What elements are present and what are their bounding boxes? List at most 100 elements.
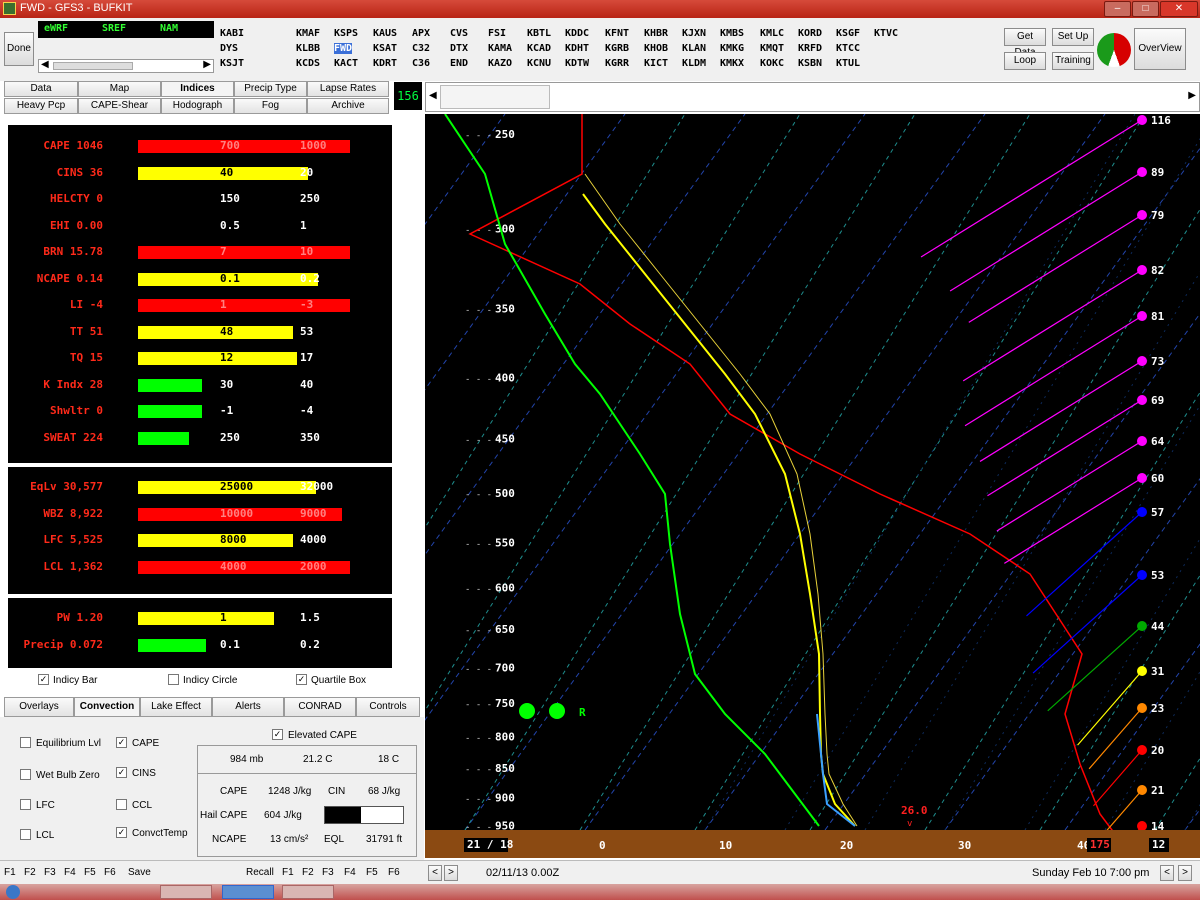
station-kcds[interactable]: KCDS [296,58,320,69]
station-end[interactable]: END [450,58,468,69]
fkey-f2[interactable]: F2 [302,867,314,878]
tab-fog[interactable]: Fog [234,98,307,114]
tab-data[interactable]: Data [4,81,78,97]
tab-heavy-pcp[interactable]: Heavy Pcp [4,98,78,114]
station-dtx[interactable]: DTX [450,43,468,54]
station-krfd[interactable]: KRFD [798,43,822,54]
station-kdht[interactable]: KDHT [565,43,589,54]
station-c36[interactable]: C36 [412,58,430,69]
station-kdtw[interactable]: KDTW [565,58,589,69]
tab-conrad[interactable]: CONRAD [284,697,356,717]
checkbox-elevated-cape[interactable]: ✓ [272,729,283,740]
tab-hodograph[interactable]: Hodograph [161,98,234,114]
station-c32[interactable]: C32 [412,43,430,54]
slider-right-icon[interactable]: ▶ [1188,90,1196,101]
fkey-f1[interactable]: F1 [282,867,294,878]
station-kgrb[interactable]: KGRB [605,43,629,54]
station-dys[interactable]: DYS [220,43,238,54]
checkbox-cins[interactable]: ✓ [116,767,127,778]
done-button[interactable]: Done [4,32,34,66]
scroll-thumb[interactable] [53,62,133,70]
overview-button[interactable]: OverView [1134,28,1186,70]
station-ksat[interactable]: KSAT [373,43,397,54]
station-ksjt[interactable]: KSJT [220,58,244,69]
station-kokc[interactable]: KOKC [760,58,784,69]
fkey-f3[interactable]: F3 [44,867,56,878]
station-kact[interactable]: KACT [334,58,358,69]
fkey-f5[interactable]: F5 [366,867,378,878]
slider-thumb[interactable] [440,85,550,109]
time-slider[interactable]: ◀ ▶ [425,82,1200,112]
station-kord[interactable]: KORD [798,28,822,39]
minimize-icon[interactable]: – [1104,1,1131,17]
station-kmlc[interactable]: KMLC [760,28,784,39]
status-next-button[interactable]: > [1178,865,1192,881]
station-kict[interactable]: KICT [644,58,668,69]
checkbox-lfc[interactable] [20,799,31,810]
checkbox-convcttemp[interactable]: ✓ [116,827,127,838]
station-kaus[interactable]: KAUS [373,28,397,39]
checkbox-wet-bulb-zero[interactable] [20,769,31,780]
station-apx[interactable]: APX [412,28,430,39]
taskbar-app[interactable] [222,885,274,899]
station-klan[interactable]: KLAN [682,43,706,54]
station-kama[interactable]: KAMA [488,43,512,54]
fkey-f5[interactable]: F5 [84,867,96,878]
taskbar-app[interactable] [160,885,212,899]
station-klbb[interactable]: KLBB [296,43,320,54]
station-kcnu[interactable]: KCNU [527,58,551,69]
setup-button[interactable]: Set Up [1052,28,1094,46]
station-kmbs[interactable]: KMBS [720,28,744,39]
station-kjxn[interactable]: KJXN [682,28,706,39]
tab-overlays[interactable]: Overlays [4,697,74,717]
station-kldm[interactable]: KLDM [682,58,706,69]
fkey-f3[interactable]: F3 [322,867,334,878]
fkey-f1[interactable]: F1 [4,867,16,878]
station-ktul[interactable]: KTUL [836,58,860,69]
station-kabi[interactable]: KABI [220,28,244,39]
tab-lapse-rates[interactable]: Lapse Rates [307,81,389,97]
checkbox-quartile-box[interactable]: ✓ [296,674,307,685]
status-prev-button[interactable]: < [1160,865,1174,881]
fkey-f4[interactable]: F4 [64,867,76,878]
scroll-left-icon[interactable]: ◀ [41,59,49,70]
station-kdrt[interactable]: KDRT [373,58,397,69]
station-ktcc[interactable]: KTCC [836,43,860,54]
taskbar-app[interactable] [282,885,334,899]
station-kmqt[interactable]: KMQT [760,43,784,54]
prev-time-button[interactable]: < [428,865,442,881]
tab-alerts[interactable]: Alerts [212,697,284,717]
slider-left-icon[interactable]: ◀ [429,90,437,101]
tab-map[interactable]: Map [78,81,161,97]
station-kmkg[interactable]: KMKG [720,43,744,54]
station-ksgf[interactable]: KSGF [836,28,860,39]
station-fwd[interactable]: FWD [334,43,353,54]
tab-cape-shear[interactable]: CAPE-Shear [78,98,161,114]
model-ewrf[interactable]: eWRF [44,23,68,34]
training-button[interactable]: Training [1052,52,1094,70]
tab-archive[interactable]: Archive [307,98,389,114]
model-sref[interactable]: SREF [102,23,126,34]
close-icon[interactable]: ✕ [1160,1,1198,17]
station-kfnt[interactable]: KFNT [605,28,629,39]
station-kazo[interactable]: KAZO [488,58,512,69]
checkbox-cape[interactable]: ✓ [116,737,127,748]
fkey-recall[interactable]: Recall [246,867,274,878]
tab-indices[interactable]: Indices [161,81,234,97]
fkey-f2[interactable]: F2 [24,867,36,878]
tab-convection[interactable]: Convection [74,697,140,717]
station-cvs[interactable]: CVS [450,28,468,39]
fkey-f6[interactable]: F6 [104,867,116,878]
checkbox-indicy-circle[interactable] [168,674,179,685]
station-kmkx[interactable]: KMKX [720,58,744,69]
tab-controls[interactable]: Controls [356,697,420,717]
get-data-button[interactable]: Get Data [1004,28,1046,58]
checkbox-lcl[interactable] [20,829,31,840]
checkbox-indicy-bar[interactable]: ✓ [38,674,49,685]
fkey-save[interactable]: Save [128,867,151,878]
station-ksbn[interactable]: KSBN [798,58,822,69]
station-khob[interactable]: KHOB [644,43,668,54]
station-kcad[interactable]: KCAD [527,43,551,54]
station-kddc[interactable]: KDDC [565,28,589,39]
tab-precip-type[interactable]: Precip Type [234,81,307,97]
